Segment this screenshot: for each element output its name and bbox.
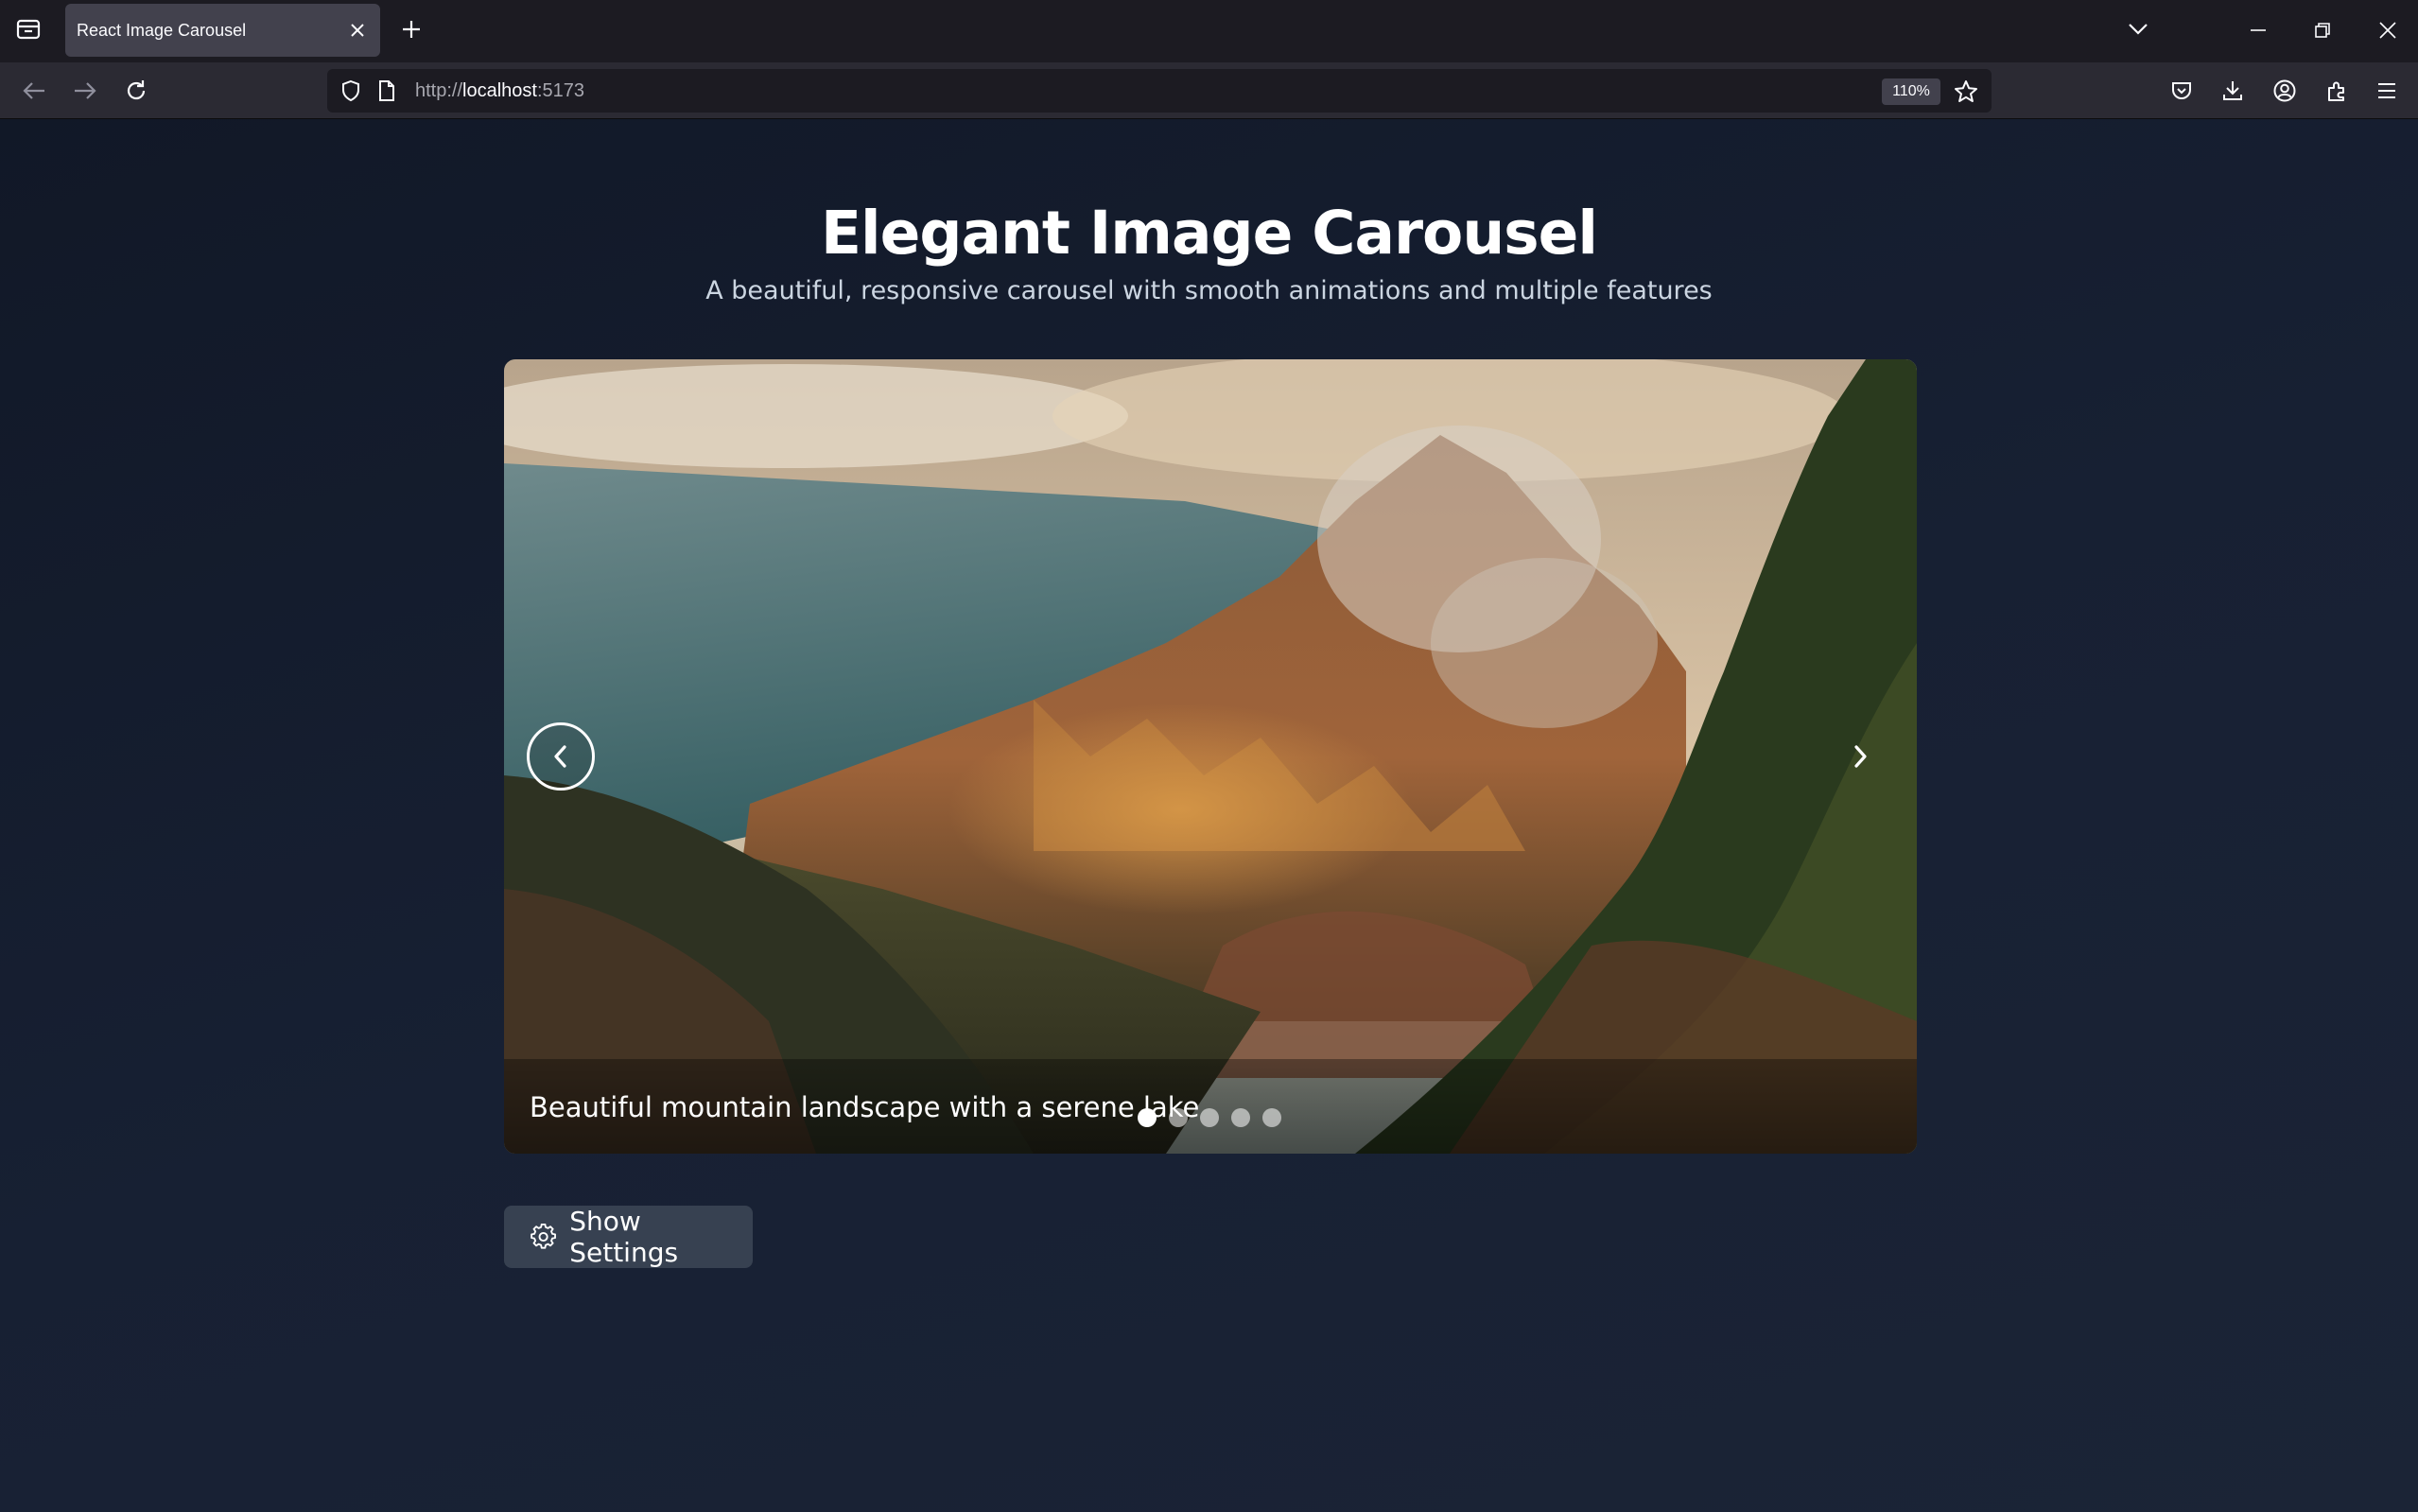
slide-indicator-dot[interactable] (1169, 1108, 1188, 1127)
show-settings-label: Show Settings (569, 1206, 679, 1268)
minimize-icon[interactable] (2235, 11, 2281, 49)
reload-icon[interactable] (119, 74, 153, 108)
account-icon[interactable] (2268, 74, 2302, 108)
tab-title: React Image Carousel (77, 20, 247, 40)
carousel-slide-image (504, 359, 1917, 1154)
navigation-toolbar: http://localhost:5173 110% (0, 62, 2418, 119)
new-tab-plus-icon[interactable] (395, 13, 427, 45)
image-carousel[interactable]: Beautiful mountain landscape with a sere… (504, 359, 1917, 1154)
shield-icon[interactable] (339, 78, 363, 103)
menu-hamburger-icon[interactable] (2370, 74, 2404, 108)
chevron-down-icon[interactable] (2122, 13, 2154, 45)
firefox-view-icon[interactable] (13, 13, 43, 45)
back-arrow-icon[interactable] (17, 74, 51, 108)
url-text[interactable]: http://localhost:5173 (415, 80, 584, 102)
previous-slide-button[interactable] (527, 722, 595, 791)
restore-icon[interactable] (2300, 11, 2345, 49)
tab-bar: React Image Carousel (0, 0, 2418, 62)
slide-indicator-dot[interactable] (1200, 1108, 1219, 1127)
close-icon[interactable] (344, 17, 371, 43)
page-title: Elegant Image Carousel (821, 199, 1598, 268)
caption-bar: Beautiful mountain landscape with a sere… (504, 1059, 1917, 1154)
slide-indicator-dot[interactable] (1138, 1108, 1157, 1127)
forward-arrow-icon[interactable] (68, 74, 102, 108)
next-slide-button[interactable] (1826, 722, 1894, 791)
slide-indicator-dot[interactable] (1262, 1108, 1281, 1127)
slide-indicators (1138, 1108, 1281, 1127)
bookmark-star-icon[interactable] (1952, 78, 1980, 106)
download-icon[interactable] (2216, 74, 2250, 108)
page-subtitle: A beautiful, responsive carousel with sm… (705, 276, 1713, 305)
page-content: Elegant Image Carousel A beautiful, resp… (0, 119, 2418, 1512)
show-settings-button[interactable]: Show Settings (504, 1206, 753, 1268)
slide-caption: Beautiful mountain landscape with a sere… (530, 1091, 1200, 1123)
page-info-icon[interactable] (374, 78, 399, 103)
zoom-level-badge[interactable]: 110% (1882, 78, 1940, 105)
extensions-icon[interactable] (2320, 74, 2354, 108)
gear-icon (531, 1224, 556, 1249)
slide-indicator-dot[interactable] (1231, 1108, 1250, 1127)
window-close-icon[interactable] (2365, 11, 2410, 49)
pocket-icon[interactable] (2165, 74, 2199, 108)
active-tab[interactable]: React Image Carousel (65, 4, 380, 57)
address-bar[interactable]: http://localhost:5173 110% (327, 69, 1992, 113)
